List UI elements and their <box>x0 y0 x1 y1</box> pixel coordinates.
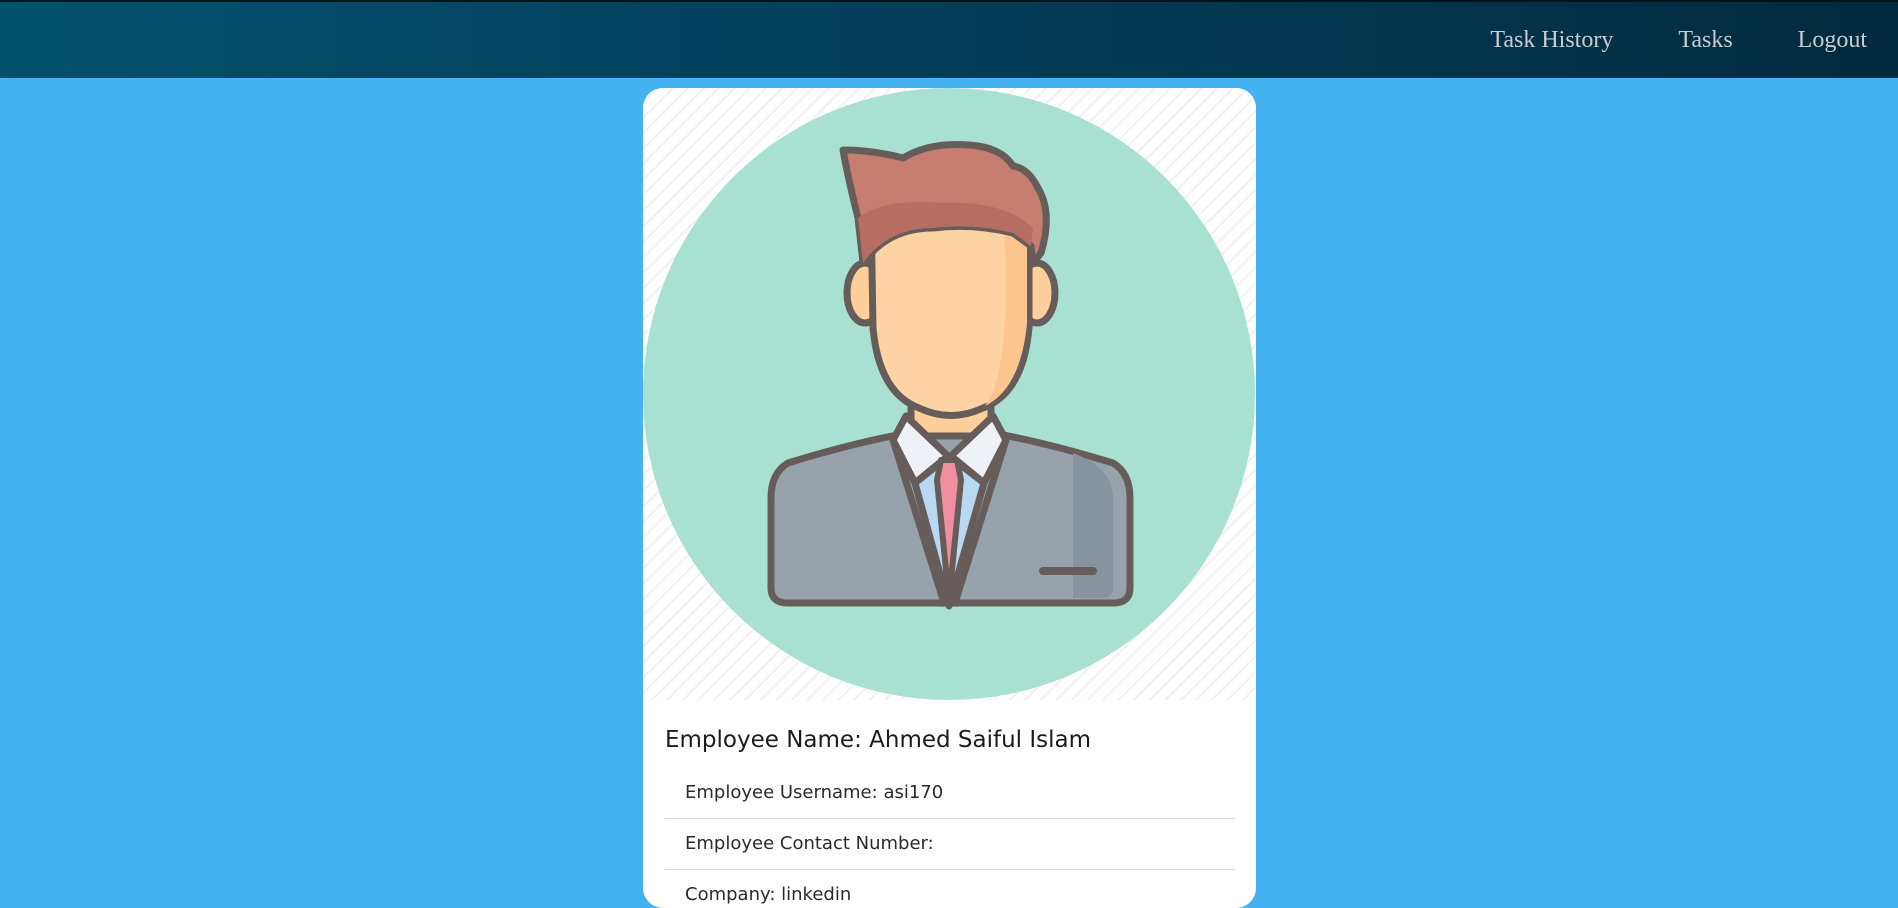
employee-details-list: Employee Username: asi170 Employee Conta… <box>665 768 1235 908</box>
nav-tasks-link[interactable]: Tasks <box>1678 27 1732 54</box>
employee-info-section: Employee Name: Ahmed Saiful Islam Employ… <box>665 720 1235 908</box>
field-label: Company: <box>685 884 776 905</box>
nav-task-history-link[interactable]: Task History <box>1490 27 1613 54</box>
top-navbar: Task History Tasks Logout <box>0 0 1898 78</box>
employee-username-item: Employee Username: asi170 <box>665 768 1235 819</box>
avatar-container <box>643 88 1256 700</box>
nav-logout-link[interactable]: Logout <box>1798 27 1867 54</box>
field-value: asi170 <box>883 782 944 803</box>
employee-name-value: Ahmed Saiful Islam <box>869 727 1092 753</box>
employee-profile-card: Employee Name: Ahmed Saiful Islam Employ… <box>643 88 1256 908</box>
field-label: Employee Contact Number: <box>685 833 934 854</box>
field-label: Employee Username: <box>685 782 878 803</box>
employee-contact-item: Employee Contact Number: <box>665 819 1235 870</box>
employee-name-heading: Employee Name: Ahmed Saiful Islam <box>665 720 1235 760</box>
employee-company-item: Company: linkedin <box>665 870 1235 908</box>
field-value: linkedin <box>781 884 852 905</box>
employee-name-label: Employee Name: <box>665 727 862 753</box>
nav-menu: Task History Tasks Logout <box>1490 2 1898 78</box>
employee-avatar-icon <box>643 88 1255 700</box>
